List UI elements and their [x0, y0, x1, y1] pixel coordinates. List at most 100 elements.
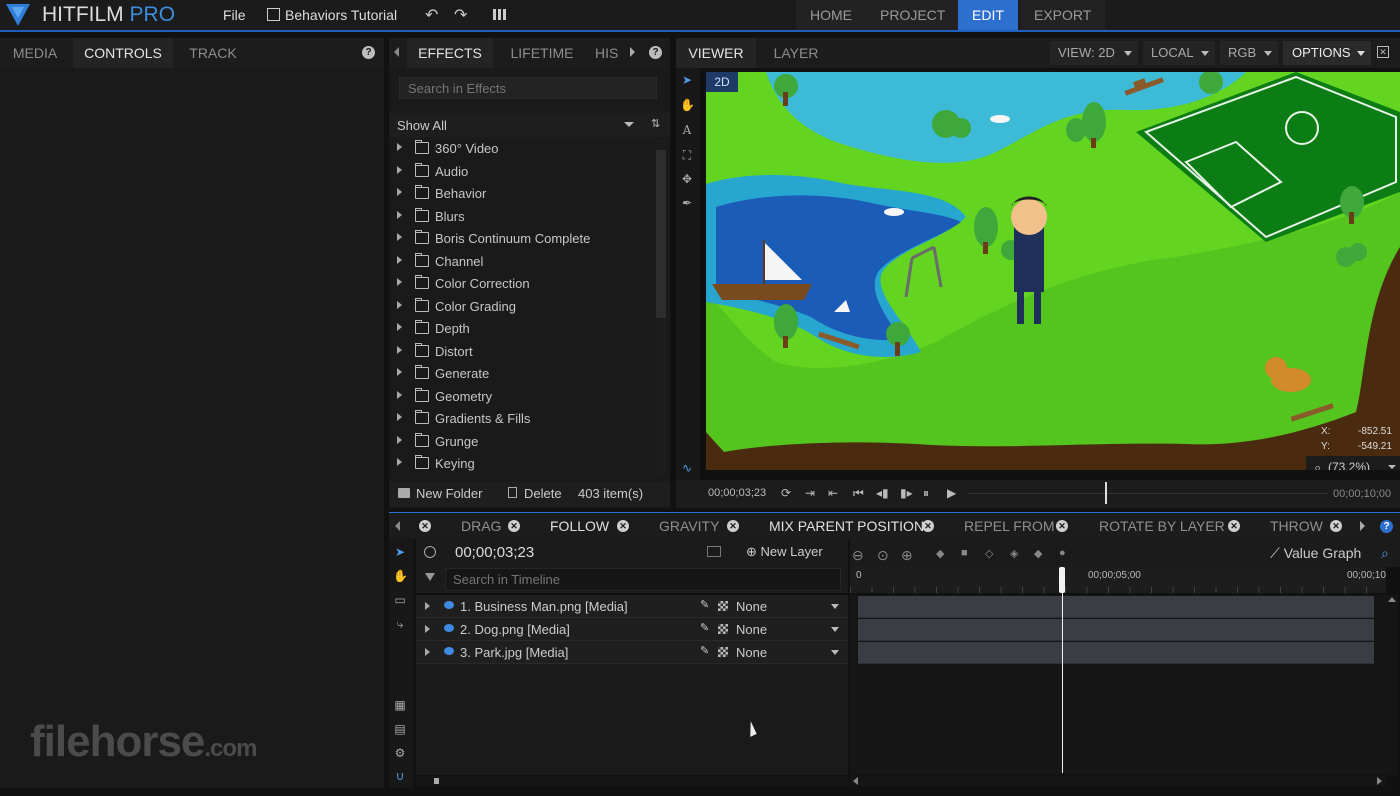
- chevron-right-icon[interactable]: [397, 210, 402, 219]
- tracks-hscrollbar[interactable]: [850, 776, 1386, 786]
- layer-row[interactable]: 2. Dog.png [Media] ✎ None: [416, 618, 848, 641]
- scrollbar-thumb[interactable]: [434, 778, 439, 784]
- scroll-up-icon[interactable]: [1388, 597, 1396, 602]
- scrollbar-thumb[interactable]: [656, 150, 666, 318]
- effects-folder[interactable]: Generate: [389, 362, 654, 384]
- visibility-eye-icon[interactable]: [444, 601, 454, 609]
- layer-row[interactable]: 1. Business Man.png [Media] ✎ None: [416, 595, 848, 618]
- select-tool-icon[interactable]: ➤: [680, 73, 694, 87]
- chevron-right-icon[interactable]: [397, 368, 402, 376]
- chevron-right-icon[interactable]: [397, 278, 402, 286]
- chevron-right-icon[interactable]: [397, 143, 402, 151]
- film-icon[interactable]: ▦: [393, 698, 407, 712]
- keyframe-hold-icon[interactable]: ■: [961, 547, 968, 559]
- edit-pencil-icon[interactable]: ✎: [700, 644, 709, 657]
- nav-export[interactable]: EXPORT: [1020, 0, 1106, 30]
- tab-drag[interactable]: DRAG: [461, 513, 501, 539]
- blend-mode[interactable]: None: [736, 622, 767, 637]
- track-bar-dog[interactable]: [858, 619, 1374, 641]
- tab-effects[interactable]: EFFECTS: [407, 38, 493, 68]
- zoom-control[interactable]: ⌕ (73.2%): [1306, 456, 1400, 470]
- goto-in-icon[interactable]: ⇤: [828, 486, 838, 500]
- track-bar-business-man[interactable]: [858, 596, 1374, 618]
- close-tab-icon[interactable]: ✕: [922, 520, 934, 532]
- delete-button[interactable]: Delete: [524, 486, 562, 501]
- select-tool-icon[interactable]: ➤: [393, 545, 407, 559]
- grid-menu-icon[interactable]: [493, 9, 506, 20]
- step-back-icon[interactable]: ◂▮: [876, 486, 889, 500]
- track-bar-park[interactable]: [858, 642, 1374, 664]
- effects-scrollbar[interactable]: [656, 140, 666, 476]
- chevron-right-icon[interactable]: [397, 188, 402, 196]
- scroll-left-icon[interactable]: [853, 777, 858, 785]
- chevron-right-icon[interactable]: [397, 323, 402, 331]
- playhead-handle[interactable]: [1059, 567, 1065, 593]
- chevron-right-icon[interactable]: [397, 233, 402, 241]
- project-name[interactable]: Behaviors Tutorial: [267, 7, 397, 23]
- step-forward-icon[interactable]: ▮▸: [900, 486, 913, 500]
- new-folder-icon[interactable]: [398, 488, 410, 498]
- effects-folder[interactable]: Color Correction: [389, 272, 654, 294]
- tab-history[interactable]: HIS: [595, 38, 625, 68]
- tracks-vscrollbar[interactable]: [1386, 595, 1398, 775]
- tabs-scroll-right-icon[interactable]: [1360, 521, 1365, 531]
- nav-home[interactable]: HOME: [796, 0, 866, 30]
- viewer-scrub-bar[interactable]: [968, 493, 1328, 494]
- edit-pencil-icon[interactable]: ✎: [700, 598, 709, 611]
- close-tab-icon[interactable]: ✕: [1228, 520, 1240, 532]
- timeline-playhead[interactable]: [1062, 567, 1063, 773]
- new-folder-button[interactable]: New Folder: [416, 486, 482, 501]
- visibility-eye-icon[interactable]: [444, 624, 454, 632]
- trash-icon[interactable]: [508, 487, 517, 498]
- effects-folder[interactable]: Depth: [389, 317, 654, 339]
- chevron-right-icon[interactable]: [425, 648, 430, 656]
- prev-keyframe-icon[interactable]: ⊖: [852, 547, 864, 564]
- chevron-right-icon[interactable]: [397, 165, 402, 174]
- blend-mode[interactable]: None: [736, 599, 767, 614]
- keyframe-linear-icon[interactable]: ◆: [936, 547, 944, 560]
- tabs-scroll-right-icon[interactable]: [630, 47, 635, 57]
- effects-folder[interactable]: Channel: [389, 250, 654, 272]
- timeline-search-input[interactable]: [445, 568, 841, 591]
- effects-folder[interactable]: Grunge: [389, 430, 654, 452]
- effects-folder[interactable]: Keying: [389, 452, 654, 474]
- skip-back-icon[interactable]: ⏮: [853, 486, 864, 501]
- tabs-scroll-left-icon[interactable]: [395, 521, 400, 531]
- close-tab-icon[interactable]: ✕: [508, 520, 520, 532]
- nav-project[interactable]: PROJECT: [866, 0, 960, 30]
- blend-mode[interactable]: None: [736, 645, 767, 660]
- chevron-down-icon[interactable]: [831, 627, 839, 632]
- pen-tool-icon[interactable]: ✒: [680, 196, 694, 210]
- timeline-timecode[interactable]: 00;00;03;23: [455, 544, 534, 561]
- new-layer-button[interactable]: ⊕ New Layer: [746, 544, 823, 560]
- hand-tool-icon[interactable]: ✋: [680, 98, 695, 112]
- tab-lifetime[interactable]: LIFETIME: [499, 38, 585, 68]
- filter-icon[interactable]: [425, 573, 435, 581]
- viewer-canvas[interactable]: 2D X: -852.51 Y: -549.21 ⌕ (73.2%): [706, 72, 1400, 470]
- zoom-fit-icon[interactable]: ⌕: [1381, 545, 1389, 562]
- layer-hscrollbar[interactable]: [416, 776, 848, 786]
- effects-folder[interactable]: Gradients & Fills: [389, 407, 654, 429]
- chevron-down-icon[interactable]: [831, 604, 839, 609]
- chevron-right-icon[interactable]: [397, 435, 402, 444]
- anchor-tool-icon[interactable]: ✥: [680, 172, 694, 186]
- play-icon[interactable]: ▶: [947, 486, 956, 500]
- edit-pencil-icon[interactable]: ✎: [700, 621, 709, 634]
- tab-media[interactable]: MEDIA: [0, 38, 70, 68]
- close-tab-icon[interactable]: ✕: [727, 520, 739, 532]
- tabs-scroll-left-icon[interactable]: [394, 47, 399, 57]
- options-menu[interactable]: OPTIONS: [1283, 41, 1371, 65]
- tab-rotate-by-layer[interactable]: ROTATE BY LAYER: [1099, 513, 1225, 539]
- nav-edit[interactable]: EDIT: [958, 0, 1018, 30]
- next-keyframe-icon[interactable]: ⊕: [901, 547, 913, 564]
- close-tab-icon[interactable]: ✕: [1056, 520, 1068, 532]
- tab-controls[interactable]: CONTROLS: [73, 38, 173, 68]
- viewer-playhead[interactable]: [1104, 482, 1107, 504]
- effects-folder[interactable]: Distort: [389, 340, 654, 362]
- transform-tool-icon[interactable]: ⛶: [680, 148, 694, 162]
- sort-az-icon[interactable]: ⇅: [651, 117, 660, 130]
- tab-gravity[interactable]: GRAVITY: [659, 513, 719, 539]
- settings-gear-icon[interactable]: ⚙: [393, 746, 407, 760]
- loop-icon[interactable]: ⟳: [781, 486, 791, 500]
- channel-select[interactable]: RGB: [1220, 41, 1278, 65]
